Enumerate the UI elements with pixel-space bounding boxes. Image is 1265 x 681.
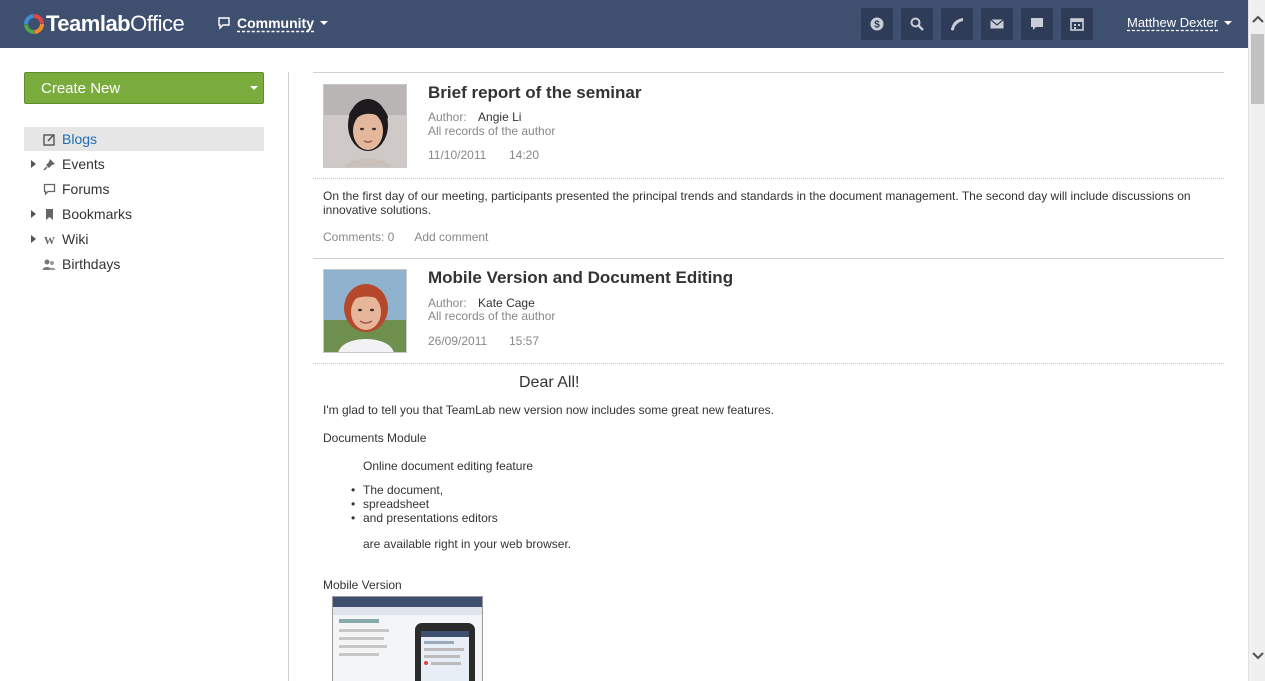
feature-text: Online document editing feature bbox=[363, 459, 534, 473]
page: TeamlabOffice Community $ Matthew Dexter… bbox=[0, 0, 1265, 681]
svg-text:$: $ bbox=[874, 20, 880, 31]
search-button[interactable] bbox=[901, 8, 933, 40]
logo-text: TeamlabOffice bbox=[46, 11, 185, 36]
comments-count[interactable]: Comments: 0 bbox=[323, 230, 394, 244]
section-heading: Documents Module bbox=[323, 431, 427, 445]
list-item: spreadsheet bbox=[351, 497, 1214, 511]
post-author: Author: Angie Li bbox=[428, 110, 521, 124]
forum-icon bbox=[42, 182, 56, 196]
chat-icon bbox=[1031, 18, 1043, 30]
blog-post: Mobile Version and Document Editing Auth… bbox=[313, 259, 1224, 681]
sidebar-item-birthdays[interactable]: Birthdays bbox=[24, 252, 264, 276]
top-bar: TeamlabOffice Community $ Matthew Dexter bbox=[0, 0, 1248, 48]
bookmark-icon bbox=[42, 207, 56, 221]
post-time: 14:20 bbox=[509, 148, 540, 162]
calendar-icon bbox=[1070, 18, 1084, 31]
create-new-label: Create New bbox=[41, 79, 121, 97]
wiki-icon: W bbox=[42, 232, 56, 246]
sidebar-item-label: Wiki bbox=[62, 231, 89, 247]
author-name[interactable]: Angie Li bbox=[478, 110, 521, 124]
all-records-link[interactable]: All records of the author bbox=[428, 124, 555, 138]
sidebar-item-blogs[interactable]: Blogs bbox=[24, 127, 264, 151]
sidebar-nav: Blogs Events Forums Bookmarks W Wiki Bir… bbox=[24, 127, 264, 276]
pin-icon bbox=[42, 157, 56, 171]
sidebar-item-forums[interactable]: Forums bbox=[24, 177, 264, 201]
chevron-down-icon bbox=[320, 21, 328, 25]
author-avatar[interactable] bbox=[323, 84, 407, 168]
expand-arrow-icon[interactable] bbox=[31, 160, 36, 168]
author-label: Author: bbox=[428, 296, 467, 310]
post-footer: Comments: 0 Add comment bbox=[313, 217, 1224, 259]
community-icon bbox=[218, 17, 230, 30]
expand-arrow-icon[interactable] bbox=[31, 235, 36, 243]
mobile-screenshot-image[interactable] bbox=[332, 596, 483, 681]
scrollbar[interactable] bbox=[1248, 0, 1265, 681]
scroll-down-arrow-icon[interactable] bbox=[1249, 651, 1265, 665]
post-header: Mobile Version and Document Editing Auth… bbox=[313, 259, 1224, 364]
post-title[interactable]: Brief report of the seminar bbox=[428, 83, 642, 103]
blog-post: Brief report of the seminar Author: Angi… bbox=[313, 72, 1224, 259]
chat-button[interactable] bbox=[1021, 8, 1053, 40]
user-menu[interactable]: Matthew Dexter bbox=[1127, 15, 1233, 30]
sidebar-item-label: Forums bbox=[62, 181, 110, 197]
post-body: Dear All! I'm glad to tell you that Team… bbox=[313, 364, 1224, 681]
search-icon bbox=[910, 17, 924, 31]
post-greeting: Dear All! bbox=[519, 374, 580, 391]
sidebar-divider bbox=[288, 72, 289, 681]
add-comment-link[interactable]: Add comment bbox=[414, 230, 488, 244]
post-body: On the first day of our meeting, partici… bbox=[323, 189, 1191, 217]
people-icon bbox=[42, 257, 56, 271]
author-name[interactable]: Kate Cage bbox=[478, 296, 535, 310]
feature-list: The document, spreadsheet and presentati… bbox=[351, 483, 1214, 525]
mail-icon bbox=[990, 19, 1004, 29]
logo[interactable]: TeamlabOffice bbox=[24, 11, 185, 36]
available-text: are available right in your web browser. bbox=[363, 537, 572, 551]
toolbar-icons: $ bbox=[861, 8, 1093, 40]
svg-text:W: W bbox=[44, 235, 55, 246]
sidebar-item-label: Events bbox=[62, 156, 105, 172]
logo-icon bbox=[24, 14, 44, 34]
post-header: Brief report of the seminar Author: Angi… bbox=[313, 73, 1224, 179]
sidebar-item-wiki[interactable]: W Wiki bbox=[24, 227, 264, 251]
expand-arrow-icon[interactable] bbox=[31, 210, 36, 218]
post-date: 26/09/2011 bbox=[428, 334, 488, 348]
all-records-link[interactable]: All records of the author bbox=[428, 309, 555, 323]
post-author: Author: Kate Cage bbox=[428, 296, 535, 310]
mail-button[interactable] bbox=[981, 8, 1013, 40]
scroll-thumb[interactable] bbox=[1251, 34, 1264, 104]
sidebar-item-label: Birthdays bbox=[62, 256, 121, 272]
create-new-dropdown[interactable] bbox=[239, 73, 263, 103]
blog-feed: Brief report of the seminar Author: Angi… bbox=[313, 72, 1224, 681]
post-date: 11/10/2011 bbox=[428, 148, 487, 162]
chevron-down-icon bbox=[1224, 20, 1233, 25]
section-heading: Mobile Version bbox=[323, 578, 402, 592]
chevron-down-icon bbox=[250, 86, 258, 90]
post-time: 15:57 bbox=[509, 334, 540, 348]
dollar-button[interactable]: $ bbox=[861, 8, 893, 40]
module-switcher[interactable]: Community bbox=[217, 15, 328, 31]
sidebar: Create New Blogs Events Forums Bookmarks… bbox=[24, 72, 264, 277]
sidebar-item-bookmarks[interactable]: Bookmarks bbox=[24, 202, 264, 226]
feed-button[interactable] bbox=[941, 8, 973, 40]
blog-icon bbox=[42, 132, 56, 146]
author-label: Author: bbox=[428, 110, 467, 124]
list-item: and presentations editors bbox=[351, 511, 1214, 525]
author-avatar[interactable] bbox=[323, 269, 407, 353]
dollar-icon: $ bbox=[870, 17, 884, 31]
post-intro: I'm glad to tell you that TeamLab new ve… bbox=[323, 403, 774, 417]
calendar-button[interactable] bbox=[1061, 8, 1093, 40]
sidebar-item-events[interactable]: Events bbox=[24, 152, 264, 176]
post-title[interactable]: Mobile Version and Document Editing bbox=[428, 268, 733, 288]
list-item: The document, bbox=[351, 483, 1214, 497]
feed-icon bbox=[951, 18, 963, 31]
sidebar-item-label: Bookmarks bbox=[62, 206, 133, 222]
create-new-button[interactable]: Create New bbox=[24, 72, 264, 104]
module-label: Community bbox=[237, 15, 314, 31]
scroll-up-arrow-icon[interactable] bbox=[1249, 14, 1265, 28]
user-name: Matthew Dexter bbox=[1127, 15, 1219, 30]
sidebar-item-label: Blogs bbox=[62, 131, 98, 147]
